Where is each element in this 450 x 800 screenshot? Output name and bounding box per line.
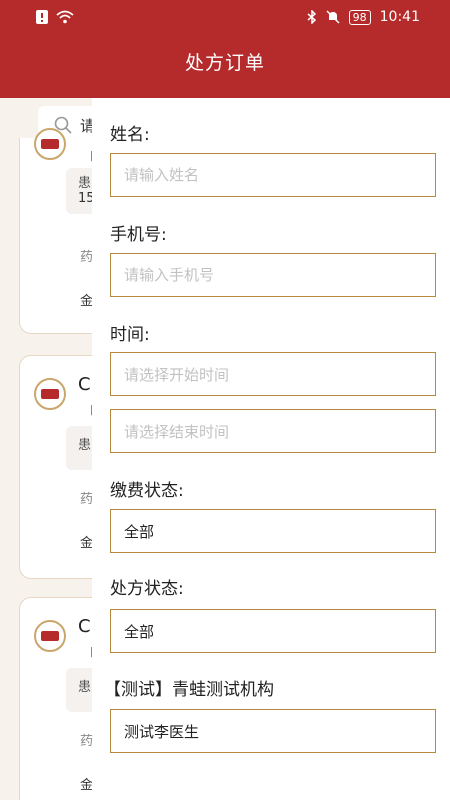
- institution-name: 【测试】青蛙测试机构: [104, 680, 274, 700]
- doctor-value: 测试李医生: [124, 722, 200, 741]
- clinic-logo: [34, 378, 66, 410]
- card-title: C: [78, 374, 91, 395]
- bluetooth-icon: [307, 10, 316, 24]
- payment-status-label: 缴费状态:: [110, 481, 184, 501]
- start-time-picker[interactable]: 请选择开始时间: [110, 352, 436, 396]
- name-input[interactable]: [124, 166, 435, 184]
- filter-drawer: 姓名: 手机号: 时间: 请选择开始时间 请选择结束时间 缴费状态: 全部 处方…: [92, 98, 450, 800]
- prescription-status-select[interactable]: 全部: [110, 609, 436, 653]
- mute-bell-icon: [326, 10, 340, 24]
- alert-icon: [36, 10, 48, 24]
- name-field[interactable]: [110, 153, 436, 197]
- status-left-icons: [36, 10, 74, 24]
- page-title: 处方订单: [184, 52, 265, 74]
- clock: 10:41: [379, 9, 420, 25]
- payment-status-select[interactable]: 全部: [110, 509, 436, 553]
- phone-input[interactable]: [124, 266, 435, 284]
- prescription-status-value: 全部: [124, 622, 155, 641]
- status-right-icons: 98 10:41: [307, 9, 420, 25]
- phone-field[interactable]: [110, 253, 436, 297]
- payment-status-value: 全部: [124, 522, 155, 541]
- start-time-placeholder: 请选择开始时间: [124, 365, 230, 384]
- clinic-logo: [34, 620, 66, 652]
- prescription-status-label: 处方状态:: [110, 579, 184, 599]
- time-label: 时间:: [110, 325, 150, 345]
- battery-indicator: 98: [348, 9, 371, 25]
- clinic-logo: [34, 128, 66, 160]
- end-time-picker[interactable]: 请选择结束时间: [110, 409, 436, 453]
- name-label: 姓名:: [110, 125, 150, 145]
- card-title: C: [78, 616, 91, 637]
- app-header: 98 10:41 处方订单: [0, 0, 450, 98]
- status-bar: 98 10:41: [0, 0, 450, 34]
- end-time-placeholder: 请选择结束时间: [124, 422, 230, 441]
- wifi-icon: [56, 10, 74, 24]
- phone-label: 手机号:: [110, 225, 167, 245]
- doctor-select[interactable]: 测试李医生: [110, 709, 436, 753]
